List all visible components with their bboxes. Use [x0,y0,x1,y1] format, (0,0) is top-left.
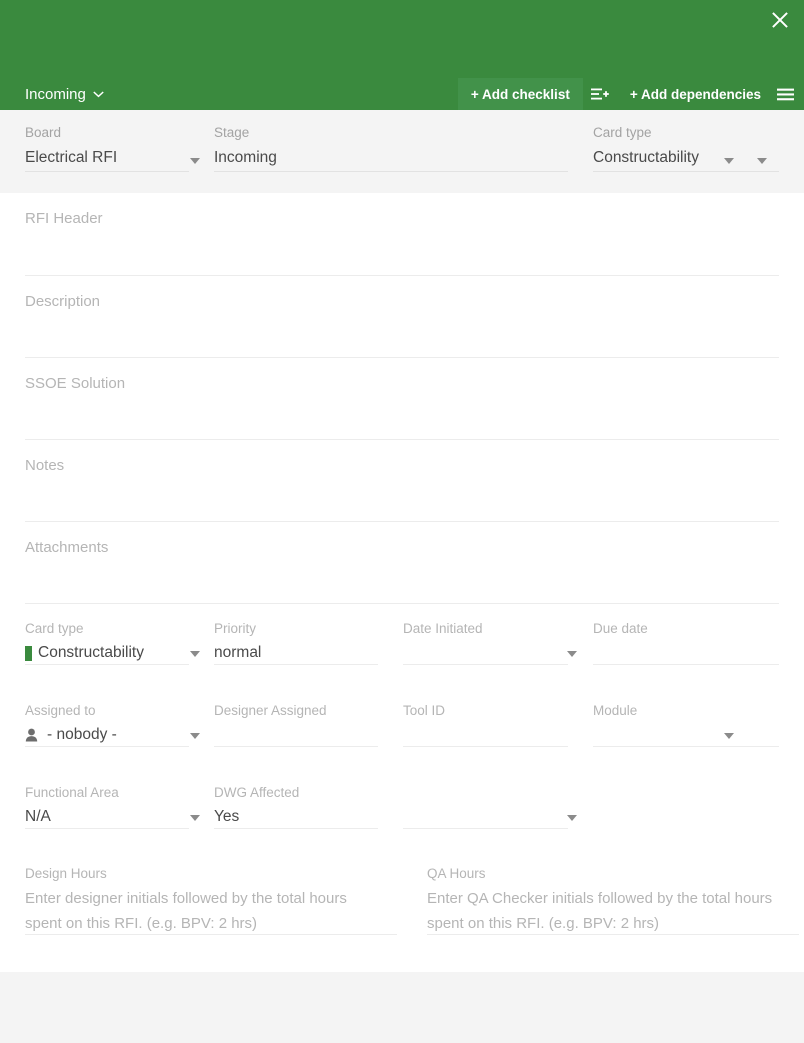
field-underline [593,171,779,172]
hamburger-menu-icon[interactable] [774,78,804,110]
card-type-select-label: Card type [593,125,652,140]
description-label: Description [25,293,101,310]
row-card-type-priority: Card type Constructability Priority norm… [0,604,804,686]
stage-chip-label: Incoming [25,85,86,103]
board-select[interactable]: Board Electrical RFI [0,110,200,193]
qa-hours-field[interactable]: QA Hours Enter QA Checker initials follo… [402,850,804,945]
date-initiated-field-label: Date Initiated [403,621,483,636]
field-underline [427,934,799,935]
field-underline [214,828,378,829]
board-select-label: Board [25,125,62,140]
due-date-field[interactable]: Due date [568,604,804,686]
date-initiated-field[interactable]: Date Initiated [378,604,568,686]
field-underline [214,171,568,172]
attachments-field[interactable]: Attachments [25,522,779,604]
card-type-field-value: Constructability [38,644,144,661]
row-functional-area: Functional Area N/A DWG Affected Yes [0,768,804,850]
close-icon[interactable] [756,0,804,40]
card-toolbar: Incoming + Add checklist + Add dependenc… [0,78,804,110]
assigned-to-field-value: - nobody - [47,726,117,743]
field-underline [593,664,779,665]
priority-field-label: Priority [214,621,257,636]
designer-assigned-field-label: Designer Assigned [214,703,327,718]
card-type-select-value: Constructability [593,149,699,166]
add-checklist-label: + Add checklist [470,86,570,102]
dwg-affected-field[interactable]: DWG Affected Yes [189,768,577,850]
attachments-label: Attachments [25,539,109,556]
due-date-field-label: Due date [593,621,648,636]
selector-strip: Board Electrical RFI Stage Incoming Card… [0,110,804,193]
assigned-to-field[interactable]: Assigned to - nobody - [0,686,200,768]
blank-field[interactable] [378,768,568,850]
card-detail-modal: Incoming + Add checklist + Add dependenc… [0,0,804,1043]
chevron-down-icon [567,815,577,821]
dwg-affected-field-label: DWG Affected [214,785,300,800]
card-type-field[interactable]: Card type Constructability [0,604,200,686]
module-field-label: Module [593,703,638,718]
field-underline [403,828,568,829]
functional-area-field-label: Functional Area [25,785,119,800]
notes-label: Notes [25,457,65,474]
field-underline [25,664,189,665]
dwg-affected-field-value: Yes [214,808,240,825]
chevron-down-icon [724,158,734,164]
card-type-color-swatch [25,645,32,661]
ssoe-solution-label: SSOE Solution [25,375,126,392]
modal-header: Incoming + Add checklist + Add dependenc… [0,0,804,110]
qa-hours-placeholder: Enter QA Checker initials followed by th… [427,890,773,932]
functional-area-field[interactable]: Functional Area N/A [0,768,200,850]
field-underline [25,746,189,747]
add-dependencies-label: + Add dependencies [629,86,761,102]
chevron-down-icon [724,733,734,739]
assigned-to-field-label: Assigned to [25,703,96,718]
qa-hours-label: QA Hours [427,866,486,881]
description-field[interactable]: Description [25,276,779,358]
row-assignment: Assigned to - nobody - Designer Assigned [0,686,804,768]
priority-field-value: normal [214,644,262,661]
field-underline [25,171,189,172]
designer-assigned-field[interactable]: Designer Assigned [189,686,378,768]
field-underline [214,746,378,747]
tool-id-field[interactable]: Tool ID [378,686,568,768]
rfi-header-label: RFI Header [25,210,103,227]
functional-area-field-value: N/A [25,808,51,825]
field-underline [25,828,189,829]
field-underline [403,664,568,665]
add-dependencies-button[interactable]: + Add dependencies [617,78,774,110]
field-underline [403,746,568,747]
stage-dropdown-chip[interactable]: Incoming [0,78,118,110]
stage-select-value: Incoming [214,149,277,166]
card-type-field-label: Card type [25,621,84,636]
add-subtask-icon[interactable] [583,78,617,110]
card-type-select-top[interactable]: Card type Constructability [568,110,804,193]
tool-id-field-label: Tool ID [403,703,446,718]
notes-field[interactable]: Notes [25,440,779,522]
design-hours-placeholder: Enter designer initials followed by the … [25,890,347,932]
design-hours-field[interactable]: Design Hours Enter designer initials fol… [0,850,402,945]
row-hours: Design Hours Enter designer initials fol… [0,850,804,945]
chevron-down-icon [93,88,104,100]
stage-select[interactable]: Stage Incoming [189,110,767,193]
stage-select-label: Stage [214,125,250,140]
priority-field[interactable]: Priority normal [189,604,577,686]
ssoe-solution-field[interactable]: SSOE Solution [25,358,779,440]
card-form: RFI Header Description SSOE Solution Not… [0,193,804,972]
person-icon [25,728,38,742]
field-underline [25,934,397,935]
add-checklist-button[interactable]: + Add checklist [457,78,583,110]
field-underline [593,746,779,747]
design-hours-label: Design Hours [25,866,107,881]
rfi-header-field[interactable]: RFI Header [25,193,779,276]
field-underline [214,664,378,665]
module-field[interactable]: Module [568,686,804,768]
board-select-value: Electrical RFI [25,149,118,166]
